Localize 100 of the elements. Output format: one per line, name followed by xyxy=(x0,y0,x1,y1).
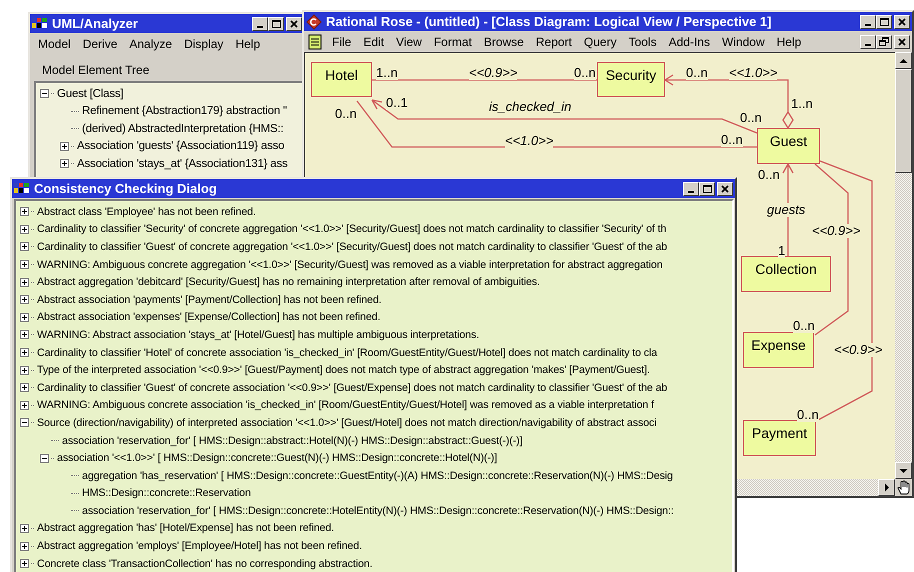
multiplicity-label: 0..n xyxy=(574,66,596,80)
menu-item[interactable]: File xyxy=(326,32,358,50)
tree-item[interactable]: Source (direction/navigability) of interpreted association '<<1.0>>' [Guest/Hotel] does not match direction/navigability of abstract associ xyxy=(37,416,656,429)
multiplicity-label: 1..n xyxy=(376,66,398,80)
restore-icon xyxy=(877,36,891,48)
multiplicity-label: 0..n xyxy=(335,107,357,121)
menu-item[interactable]: Window xyxy=(716,32,771,50)
collapse-icon[interactable] xyxy=(20,418,29,428)
tree-item[interactable]: Guest [Class] xyxy=(57,88,124,100)
restore-button[interactable] xyxy=(876,34,892,48)
menu-item[interactable]: Format xyxy=(428,32,478,50)
menu-item[interactable]: Help xyxy=(229,34,266,52)
multiplicity-label: 0..n xyxy=(740,111,762,125)
expand-icon[interactable] xyxy=(20,260,29,270)
tree-item[interactable]: Refinement {Abstraction179} abstraction " xyxy=(82,105,287,118)
scroll-right-button[interactable] xyxy=(878,479,895,496)
tree-item[interactable]: (derived) AbstractedInterpretation {HMS:: xyxy=(82,122,284,135)
expand-icon[interactable] xyxy=(20,383,29,392)
minimize-button[interactable] xyxy=(252,16,268,30)
expand-icon[interactable] xyxy=(60,142,69,151)
expand-icon[interactable] xyxy=(20,330,29,340)
maximize-button[interactable] xyxy=(699,182,715,196)
tree-item[interactable]: HMS::Design::concrete::Reservation xyxy=(82,487,251,500)
scroll-down-button[interactable] xyxy=(895,462,912,479)
maximize-button[interactable] xyxy=(876,14,892,28)
tree-item[interactable]: Cardinality to classifier 'Guest' of concrete association '<<0.9>>' [Guest/Expense] does not match cardinality to classifier 'Guest' of the ab xyxy=(37,382,668,394)
scroll-up-button[interactable] xyxy=(895,52,912,69)
vertical-scrollbar[interactable] xyxy=(895,52,912,479)
tree-item[interactable]: association 'reservation_for' [ HMS::Design::concrete::HotelEntity(N)(-) HMS::Design::concrete::Reservation(N)(-) HMS::Design:: xyxy=(82,504,674,517)
tree-item[interactable]: Type of the interpreted association '<<0.9>>' [Guest/Payment] does not match type of abstract aggregation 'makes' [Payment/Guest]. xyxy=(37,364,650,376)
menu-item[interactable]: View xyxy=(390,32,428,50)
menu-item[interactable]: Display xyxy=(178,34,230,52)
document-icon[interactable] xyxy=(308,34,322,50)
close-button[interactable] xyxy=(894,14,910,28)
tree-item[interactable]: association 'reservation_for' [ HMS::Design::abstract::Hotel(N)(-) HMS::Design::abstract::Guest(-)(-)] xyxy=(62,434,522,447)
minimize-button[interactable] xyxy=(860,34,876,48)
role-label: is_checked_in xyxy=(489,100,572,114)
expand-icon[interactable] xyxy=(20,542,29,551)
close-button[interactable] xyxy=(286,16,302,30)
tree-item[interactable]: Abstract aggregation 'employs' [Employee/Hotel] has not been refined. xyxy=(37,540,362,552)
horizontal-scrollbar[interactable] xyxy=(736,479,895,496)
minimize-button[interactable] xyxy=(860,14,876,28)
expand-icon[interactable] xyxy=(20,295,29,304)
window-title: Consistency Checking Dialog xyxy=(34,181,218,196)
close-button[interactable] xyxy=(717,182,733,196)
tree-item[interactable]: Cardinality to classifier 'Hotel' of concrete association 'is_checked_in' [Room/GuestEntity/Guest/Hotel] does not match cardinality to cla xyxy=(37,346,658,359)
menu-item[interactable]: Browse xyxy=(478,32,530,50)
stereotype-label: <<1.0>> xyxy=(505,134,554,148)
expand-icon[interactable] xyxy=(20,400,29,410)
diamond-icon xyxy=(306,14,322,30)
tree-item[interactable]: Abstract aggregation 'debitcard' [Security/Guest] has no remaining interpretation after removal of ambiguities. xyxy=(37,276,540,288)
tree-item[interactable]: Association 'guests' {Association119} asso xyxy=(77,140,284,152)
menu-item[interactable]: Add-Ins xyxy=(662,32,716,50)
expand-icon[interactable] xyxy=(20,366,29,375)
tree-item[interactable]: WARNING: Ambiguous concrete association 'is_checked_in' [Room/GuestEntity/Guest/Hotel] was removed as a viable interpretation f xyxy=(37,399,654,412)
tree-item[interactable]: Concrete class 'TransactionCollection' has no corresponding abstraction. xyxy=(37,558,372,570)
tree-item[interactable]: association '<<1.0>>' [ HMS::Design::concrete::Guest(N)(-) HMS::Design::concrete::Hotel(N)(-)] xyxy=(57,452,498,464)
collapse-icon[interactable] xyxy=(40,89,49,98)
expand-icon[interactable] xyxy=(20,242,29,252)
stereotype-label: <<1.0>> xyxy=(729,66,778,80)
expand-icon[interactable] xyxy=(20,207,29,216)
menu-item[interactable]: Query xyxy=(578,32,623,50)
tree-item[interactable]: Abstract aggregation 'has' [Hotel/Expense] has not been refined. xyxy=(37,522,334,534)
tree-item[interactable]: Abstract class 'Employee' has not been refined. xyxy=(37,206,256,218)
menu-item[interactable]: Analyze xyxy=(123,34,178,52)
multiplicity-label: 1 xyxy=(778,244,786,258)
minimize-button[interactable] xyxy=(683,182,699,196)
menu-item[interactable]: Edit xyxy=(357,32,390,50)
class-box: Expense xyxy=(743,332,814,368)
expand-icon[interactable] xyxy=(20,278,29,287)
expand-icon[interactable] xyxy=(20,312,29,322)
expand-icon[interactable] xyxy=(60,159,69,168)
expand-icon[interactable] xyxy=(20,559,29,568)
minimize-icon xyxy=(257,26,263,28)
menu-item[interactable]: Derive xyxy=(76,34,124,52)
multiplicity-label: 0..n xyxy=(793,319,815,333)
tree-item[interactable]: Cardinality to classifier 'Guest' of concrete aggregation '<<1.0>>' [Security/Guest] does not match cardinality to classifier 'Guest' of the ab xyxy=(37,240,668,253)
tree-item[interactable]: Cardinality to classifier 'Security' of concrete aggregation '<<1.0>>' [Security/Guest] does not match cardinality to classifier 'Security' of th xyxy=(37,223,666,236)
tree-item[interactable]: aggregation 'has_reservation' [ HMS::Design::concrete::GuestEntity(-)(A) HMS::Design::concrete::Reservation(N)(-) HMS::Desig xyxy=(82,470,673,482)
menu-item[interactable]: Tools xyxy=(622,32,663,50)
tree-item[interactable]: WARNING: Abstract association 'stays_at' [Hotel/Guest] has multiple ambiguous interpretations. xyxy=(37,328,480,341)
expand-icon[interactable] xyxy=(20,224,29,234)
maximize-button[interactable] xyxy=(268,16,284,30)
menu-item[interactable]: Report xyxy=(530,32,578,50)
tree-item[interactable]: Association 'stays_at' {Association131} ass xyxy=(77,158,288,170)
tree-item[interactable]: WARNING: Ambiguous concrete aggregation '<<1.0>>' [Security/Guest] was removed as a viable interpretation for abstract aggregation xyxy=(37,258,663,271)
minimize-icon xyxy=(865,44,871,46)
close-button[interactable] xyxy=(894,34,910,48)
expand-icon[interactable] xyxy=(20,348,29,358)
class-box: Hotel xyxy=(311,62,372,97)
hand-icon xyxy=(896,480,910,495)
scroll-thumb[interactable] xyxy=(895,69,912,173)
expand-icon[interactable] xyxy=(20,524,29,533)
collapse-icon[interactable] xyxy=(40,454,49,463)
class-box: Payment xyxy=(743,420,816,456)
tree-item[interactable]: Abstract association 'expenses' [Expense/Collection] has not been refined. xyxy=(37,311,380,324)
tree-item[interactable]: Abstract association 'payments' [Payment/Collection] has not been refined. xyxy=(37,294,382,306)
menu-item[interactable]: Model xyxy=(32,34,77,52)
app-grid-icon xyxy=(32,17,48,30)
menu-item[interactable]: Help xyxy=(770,32,808,50)
